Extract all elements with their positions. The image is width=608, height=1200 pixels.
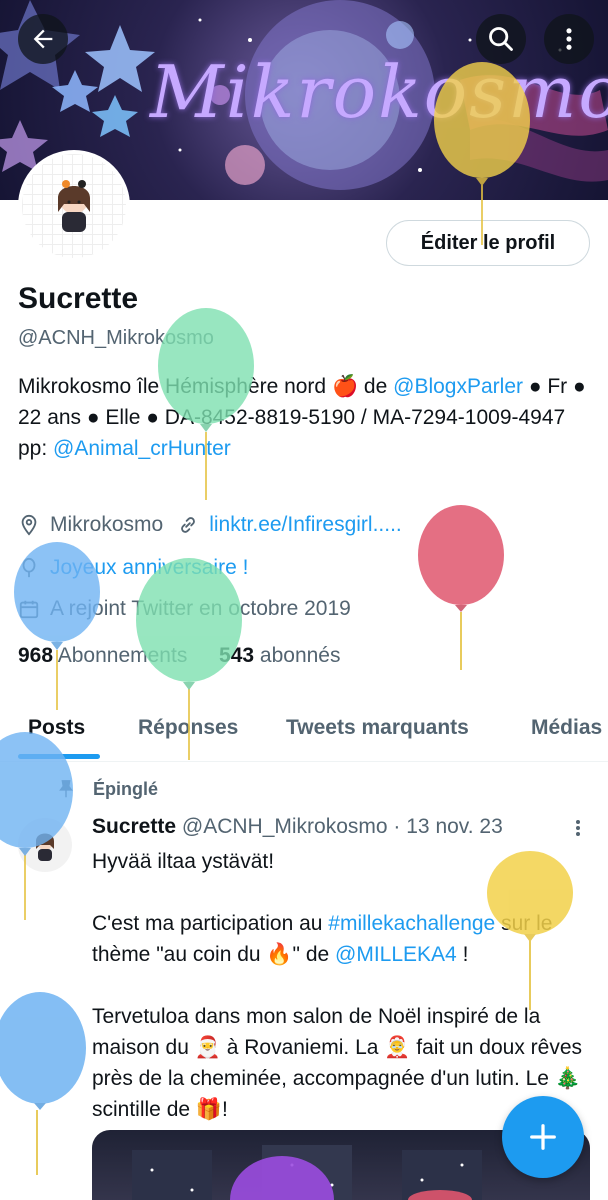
mention-link[interactable]: @MILLEKA4 [335,943,457,966]
tweet-paragraph: Hyvää iltaa ystävät! [92,850,275,873]
profile-meta-line: Joyeux anniversaire ! [18,556,248,580]
avatar-character-image [36,833,54,861]
birthday-text[interactable]: Joyeux anniversaire ! [50,556,248,580]
pin-icon [59,780,73,798]
plus-icon [530,1124,556,1150]
banner-title: Mikrokosmo [150,50,608,134]
pinned-label: Épinglé [93,778,159,799]
balloon-icon [22,557,36,578]
profile-location: Mikrokosmo [50,513,164,536]
search-icon [489,27,513,51]
calendar-icon [19,600,39,619]
tab-replies[interactable]: Réponses [138,716,238,740]
profile-bio: Mikrokosmo île Hémisphère nord 🍎 de @Blo… [18,371,588,464]
profile-meta-line: Mikrokosmo linktr.ee/Infiresgirl..... [18,513,402,537]
tweet-paragraph: C'est ma participation au #millekachalle… [92,908,592,970]
tweet-separator: · [393,815,401,838]
bio-mention-link[interactable]: @Animal_crHunter [53,437,231,460]
profile-handle: @ACNH_Mikrokosmo [18,327,214,349]
follow-counts: 968 Abonnements 543 abonnés [18,644,340,668]
balloon-icon [418,505,504,670]
pinned-label-row: Épinglé [55,778,158,800]
tweet-text-span: ! [456,943,469,966]
more-options-button[interactable] [544,14,594,64]
profile-website-link[interactable]: linktr.ee/Infiresgirl..... [209,513,402,537]
profile-avatar[interactable] [18,150,130,262]
bio-text: Mikrokosmo île Hémisphère nord 🍎 de [18,375,394,398]
more-vertical-icon [566,28,572,50]
tweet-author-handle[interactable]: @ACNH_Mikrokosmo [182,815,388,838]
tweet-header: Sucrette @ACNH_Mikrokosmo · 13 nov. 23 [92,815,503,839]
following-count: 968 [18,644,54,667]
bio-mention-link[interactable]: @BlogxParler [393,375,523,398]
followers-link[interactable]: 543 abonnés [219,644,340,667]
arrow-left-icon [33,29,53,49]
active-tab-indicator [18,754,100,759]
following-label: Abonnements [57,644,188,667]
following-link[interactable]: 968 Abonnements [18,644,187,667]
followers-label: abonnés [259,644,341,667]
balloon-icon [0,992,86,1175]
tweet-text-span: C'est ma participation au [92,912,329,935]
profile-name: Sucrette [18,282,139,315]
compose-button[interactable] [502,1096,584,1178]
profile-meta-line: A rejoint Twitter en octobre 2019 [18,597,351,621]
tab-posts[interactable]: Posts [28,716,85,740]
joined-date: A rejoint Twitter en octobre 2019 [50,597,351,620]
tweet-author-name[interactable]: Sucrette [92,815,176,838]
tweet-date[interactable]: 13 nov. 23 [406,815,503,838]
hashtag-link[interactable]: #millekachallenge [328,912,495,935]
link-icon [181,517,196,533]
location-icon [21,514,37,536]
search-button[interactable] [476,14,526,64]
back-button[interactable] [18,14,68,64]
avatar-character-image [58,180,90,232]
tweet-author-avatar[interactable] [18,818,72,872]
tweet-more-icon[interactable] [568,816,588,840]
tab-media[interactable]: Médias [531,716,602,740]
edit-profile-button[interactable]: Éditer le profil [386,220,590,266]
profile-tabs: Posts Réponses Tweets marquants Médias [0,700,608,762]
tab-highlights[interactable]: Tweets marquants [286,716,469,740]
followers-count: 543 [219,644,255,667]
